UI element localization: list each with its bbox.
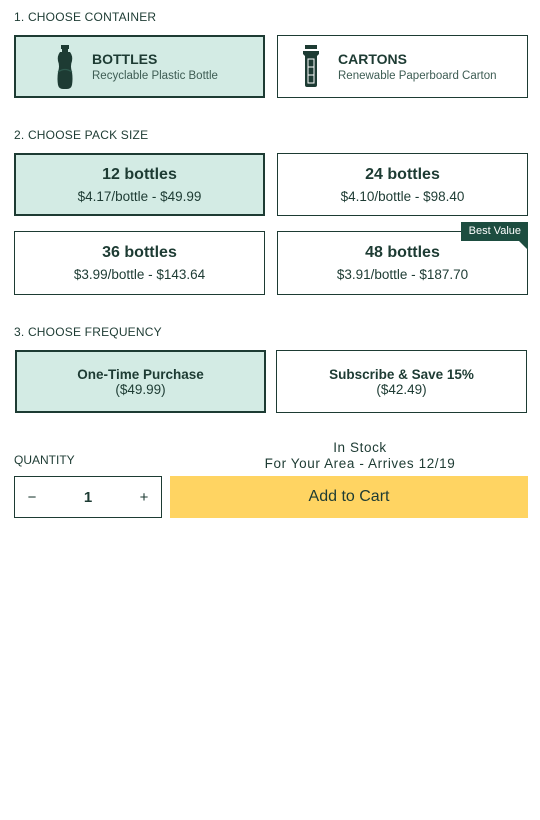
quantity-label: QUANTITY (14, 453, 75, 467)
pack-option-title: 48 bottles (365, 244, 440, 261)
badge-ribbon-tail (519, 241, 528, 250)
frequency-option-price: ($42.49) (376, 381, 427, 397)
pack-option-title: 36 bottles (102, 244, 177, 261)
stock-status-line1: In Stock (333, 440, 387, 455)
best-value-badge: Best Value (460, 222, 528, 241)
pack-option-price: $4.10/bottle - $98.40 (340, 188, 465, 204)
pack-option-48[interactable]: Best Value 48 bottles $3.91/bottle - $18… (277, 222, 528, 295)
frequency-option-title: Subscribe & Save 15% (329, 366, 474, 382)
container-heading: 1. CHOOSE CONTAINER (14, 10, 157, 24)
quantity-value[interactable]: 1 (84, 489, 92, 506)
stock-status-line2: For Your Area - Arrives 12/19 (264, 456, 456, 471)
frequency-option-price: ($49.99) (115, 381, 166, 397)
container-option-bottles[interactable]: BOTTLES Recyclable Plastic Bottle (14, 35, 265, 98)
pack-option-price: $3.91/bottle - $187.70 (336, 267, 469, 282)
pack-option-title: 12 bottles (102, 165, 177, 183)
bottle-icon (56, 44, 74, 89)
container-option-subtitle: Recyclable Plastic Bottle (92, 70, 218, 82)
pack-option-12[interactable]: 12 bottles $4.17/bottle - $49.99 (14, 153, 265, 216)
container-option-subtitle: Renewable Paperboard Carton (338, 70, 497, 82)
frequency-option-one-time[interactable]: One-Time Purchase ($49.99) (15, 350, 266, 413)
stock-status: In Stock For Your Area - Arrives 12/19 (230, 440, 490, 472)
container-option-cartons[interactable]: CARTONS Renewable Paperboard Carton (277, 35, 528, 98)
frequency-option-subscribe[interactable]: Subscribe & Save 15% ($42.49) (276, 350, 527, 413)
carton-icon (302, 44, 320, 89)
pack-heading: 2. CHOOSE PACK SIZE (14, 128, 149, 142)
quantity-stepper: − 1 + (14, 476, 162, 518)
add-to-cart-button[interactable]: Add to Cart (170, 476, 528, 518)
frequency-option-title: One-Time Purchase (77, 366, 204, 382)
pack-option-title: 24 bottles (365, 165, 440, 183)
pack-option-price: $3.99/bottle - $143.64 (73, 267, 206, 282)
increment-button[interactable]: + (127, 477, 161, 517)
pack-option-24[interactable]: 24 bottles $4.10/bottle - $98.40 (277, 153, 528, 216)
decrement-button[interactable]: − (15, 477, 49, 517)
container-option-title: BOTTLES (92, 51, 158, 67)
pack-option-36[interactable]: 36 bottles $3.99/bottle - $143.64 (14, 231, 265, 295)
container-option-title: CARTONS (338, 51, 407, 67)
pack-option-price: $4.17/bottle - $49.99 (77, 188, 202, 204)
frequency-heading: 3. CHOOSE FREQUENCY (14, 325, 162, 339)
